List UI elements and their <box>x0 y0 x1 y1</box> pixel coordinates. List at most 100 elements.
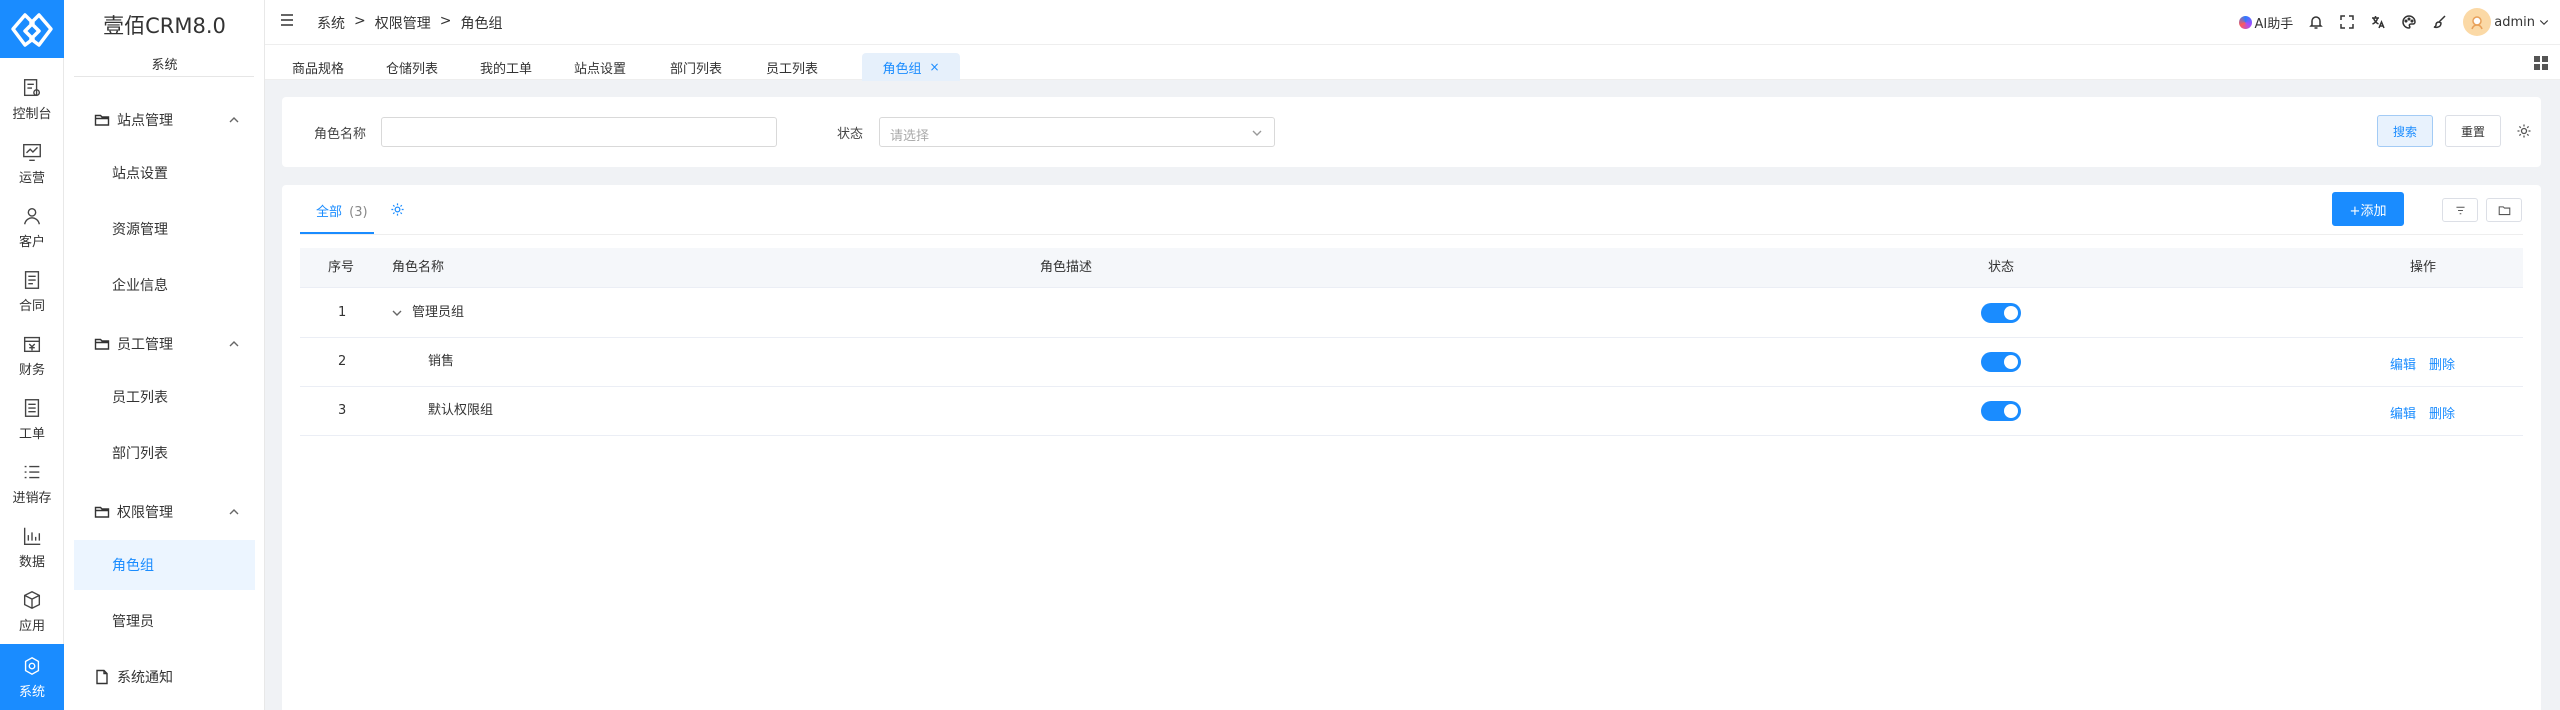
nav-customer[interactable]: 客户 <box>0 196 64 258</box>
ticket-icon <box>24 398 40 417</box>
nav-label: 应用 <box>18 618 45 634</box>
settings-icon[interactable] <box>390 202 405 217</box>
delete-link[interactable]: 删除 <box>2429 403 2455 422</box>
gear-icon[interactable] <box>2516 123 2532 139</box>
user-menu[interactable]: admin <box>2463 8 2550 36</box>
divider <box>300 234 2523 235</box>
folder-icon <box>94 114 110 126</box>
nav-label: 控制台 <box>12 106 52 122</box>
edit-link[interactable]: 编辑 <box>2390 403 2416 422</box>
menu-item-resources[interactable]: 资源管理 <box>74 204 255 254</box>
bell-icon[interactable] <box>2308 14 2324 30</box>
table-header: 序号 角色名称 角色描述 状态 操作 <box>300 248 2523 288</box>
menu-toggle-icon[interactable] <box>279 12 295 28</box>
tab-product-spec[interactable]: 商品规格 <box>283 53 353 81</box>
menu-item-company-info[interactable]: 企业信息 <box>74 260 255 310</box>
nav-system[interactable]: 系统 <box>0 644 64 710</box>
nav-finance[interactable]: 财务 <box>0 324 64 386</box>
menu-item-label: 管理员 <box>112 614 154 630</box>
tab-label: 角色组 <box>882 61 922 77</box>
tab-label: 我的工单 <box>479 61 532 77</box>
menu-item-label: 员工列表 <box>112 390 168 406</box>
menu-item-label: 部门列表 <box>112 446 168 462</box>
tab-close-icon[interactable]: × <box>929 60 939 74</box>
menu-item-admins[interactable]: 管理员 <box>74 596 255 646</box>
search-button[interactable]: 搜索 <box>2377 115 2433 147</box>
menu-item-staff-list[interactable]: 员工列表 <box>74 372 255 422</box>
role-name-label: 角色名称 <box>314 127 367 142</box>
status-toggle[interactable] <box>1981 401 2021 421</box>
nav-operation[interactable]: 运营 <box>0 132 64 194</box>
tab-label: 站点设置 <box>573 61 626 77</box>
status-toggle[interactable] <box>1981 352 2021 372</box>
page-tabs: 商品规格 仓储列表 我的工单 站点设置 部门列表 员工列表 角色组 × <box>265 44 2560 81</box>
menu-item-site-settings[interactable]: 站点设置 <box>74 148 255 198</box>
menu-group-permissions[interactable]: 权限管理 <box>64 495 265 529</box>
icon-nav: 控制台 运营 客户 合同 财务 工单 进销存 数据 应用 系统 <box>0 0 64 710</box>
tab-department-list[interactable]: 部门列表 <box>661 53 731 81</box>
edit-link[interactable]: 编辑 <box>2390 354 2416 373</box>
nav-dashboard[interactable]: 控制台 <box>0 68 64 130</box>
nav-apps[interactable]: 应用 <box>0 580 64 642</box>
username: admin <box>2494 14 2535 30</box>
menu-item-system-notice[interactable]: 系统通知 <box>64 660 265 694</box>
status-label: 状态 <box>837 127 864 142</box>
ai-icon <box>2238 15 2252 29</box>
chevron-down-icon[interactable] <box>392 308 402 318</box>
palette-icon[interactable] <box>2401 14 2417 30</box>
menu-item-label: 站点设置 <box>112 166 168 182</box>
dashboard-icon <box>23 78 41 96</box>
tab-warehouse-list[interactable]: 仓储列表 <box>377 53 447 81</box>
bar-chart-icon <box>23 527 41 545</box>
reset-button-label: 重置 <box>2460 124 2485 139</box>
status-toggle[interactable] <box>1981 303 2021 323</box>
side-menu: 壹佰CRM8.0 系统 站点管理 站点设置 资源管理 企业信息 员工管理 员工列… <box>64 0 265 710</box>
breadcrumb-item[interactable]: 系统 <box>317 13 345 33</box>
menu-group-staff[interactable]: 员工管理 <box>64 327 265 361</box>
ai-assistant-button[interactable]: AI助手 <box>2238 13 2293 32</box>
search-button-label: 搜索 <box>2392 124 2417 139</box>
fullscreen-icon[interactable] <box>2339 14 2355 30</box>
menu-item-role-group[interactable]: 角色组 <box>74 540 255 590</box>
box-icon <box>23 590 41 609</box>
tab-role-group[interactable]: 角色组 × <box>862 53 960 81</box>
filter-button[interactable] <box>2442 198 2478 222</box>
tab-all[interactable]: 全部 (3) <box>316 201 368 220</box>
avatar-face-icon <box>2471 16 2483 30</box>
tab-all-count: (3) <box>349 205 368 220</box>
grid-icon[interactable] <box>2534 56 2548 70</box>
nav-label: 合同 <box>18 298 45 314</box>
tab-site-settings[interactable]: 站点设置 <box>565 53 635 81</box>
table-row: 3 默认权限组 编辑 删除 <box>300 387 2523 436</box>
user-icon <box>23 207 41 224</box>
nav-ticket[interactable]: 工单 <box>0 388 64 450</box>
menu-item-department-list[interactable]: 部门列表 <box>74 428 255 478</box>
reset-button[interactable]: 重置 <box>2445 115 2501 147</box>
nav-data[interactable]: 数据 <box>0 516 64 578</box>
brush-icon[interactable] <box>2432 14 2448 30</box>
tab-label: 仓储列表 <box>385 61 438 77</box>
nav-label: 运营 <box>18 170 45 186</box>
list-icon <box>24 465 40 478</box>
nav-label: 工单 <box>18 426 45 442</box>
logo[interactable] <box>0 0 64 58</box>
tab-label: 商品规格 <box>291 61 344 77</box>
search-panel: 角色名称 状态 请选择 搜索 重置 <box>282 97 2541 167</box>
row-name: 销售 <box>428 354 455 369</box>
nav-inventory[interactable]: 进销存 <box>0 452 64 514</box>
folder-button[interactable] <box>2486 198 2522 222</box>
status-select[interactable]: 请选择 <box>879 117 1275 147</box>
nav-contract[interactable]: 合同 <box>0 260 64 322</box>
tab-staff-list[interactable]: 员工列表 <box>757 53 827 81</box>
translate-icon[interactable] <box>2370 14 2386 30</box>
logo-icon <box>11 13 53 47</box>
delete-link[interactable]: 删除 <box>2429 354 2455 373</box>
breadcrumb-item[interactable]: 权限管理 <box>375 13 431 33</box>
add-role-button[interactable]: +添加 <box>2332 192 2404 226</box>
nav-label: 系统 <box>18 684 45 700</box>
tab-my-tickets[interactable]: 我的工单 <box>471 53 541 81</box>
table-row: 1 管理员组 <box>300 289 2523 338</box>
menu-group-site[interactable]: 站点管理 <box>64 103 265 137</box>
role-name-input[interactable] <box>381 117 777 147</box>
tab-all-label: 全部 <box>316 205 343 220</box>
